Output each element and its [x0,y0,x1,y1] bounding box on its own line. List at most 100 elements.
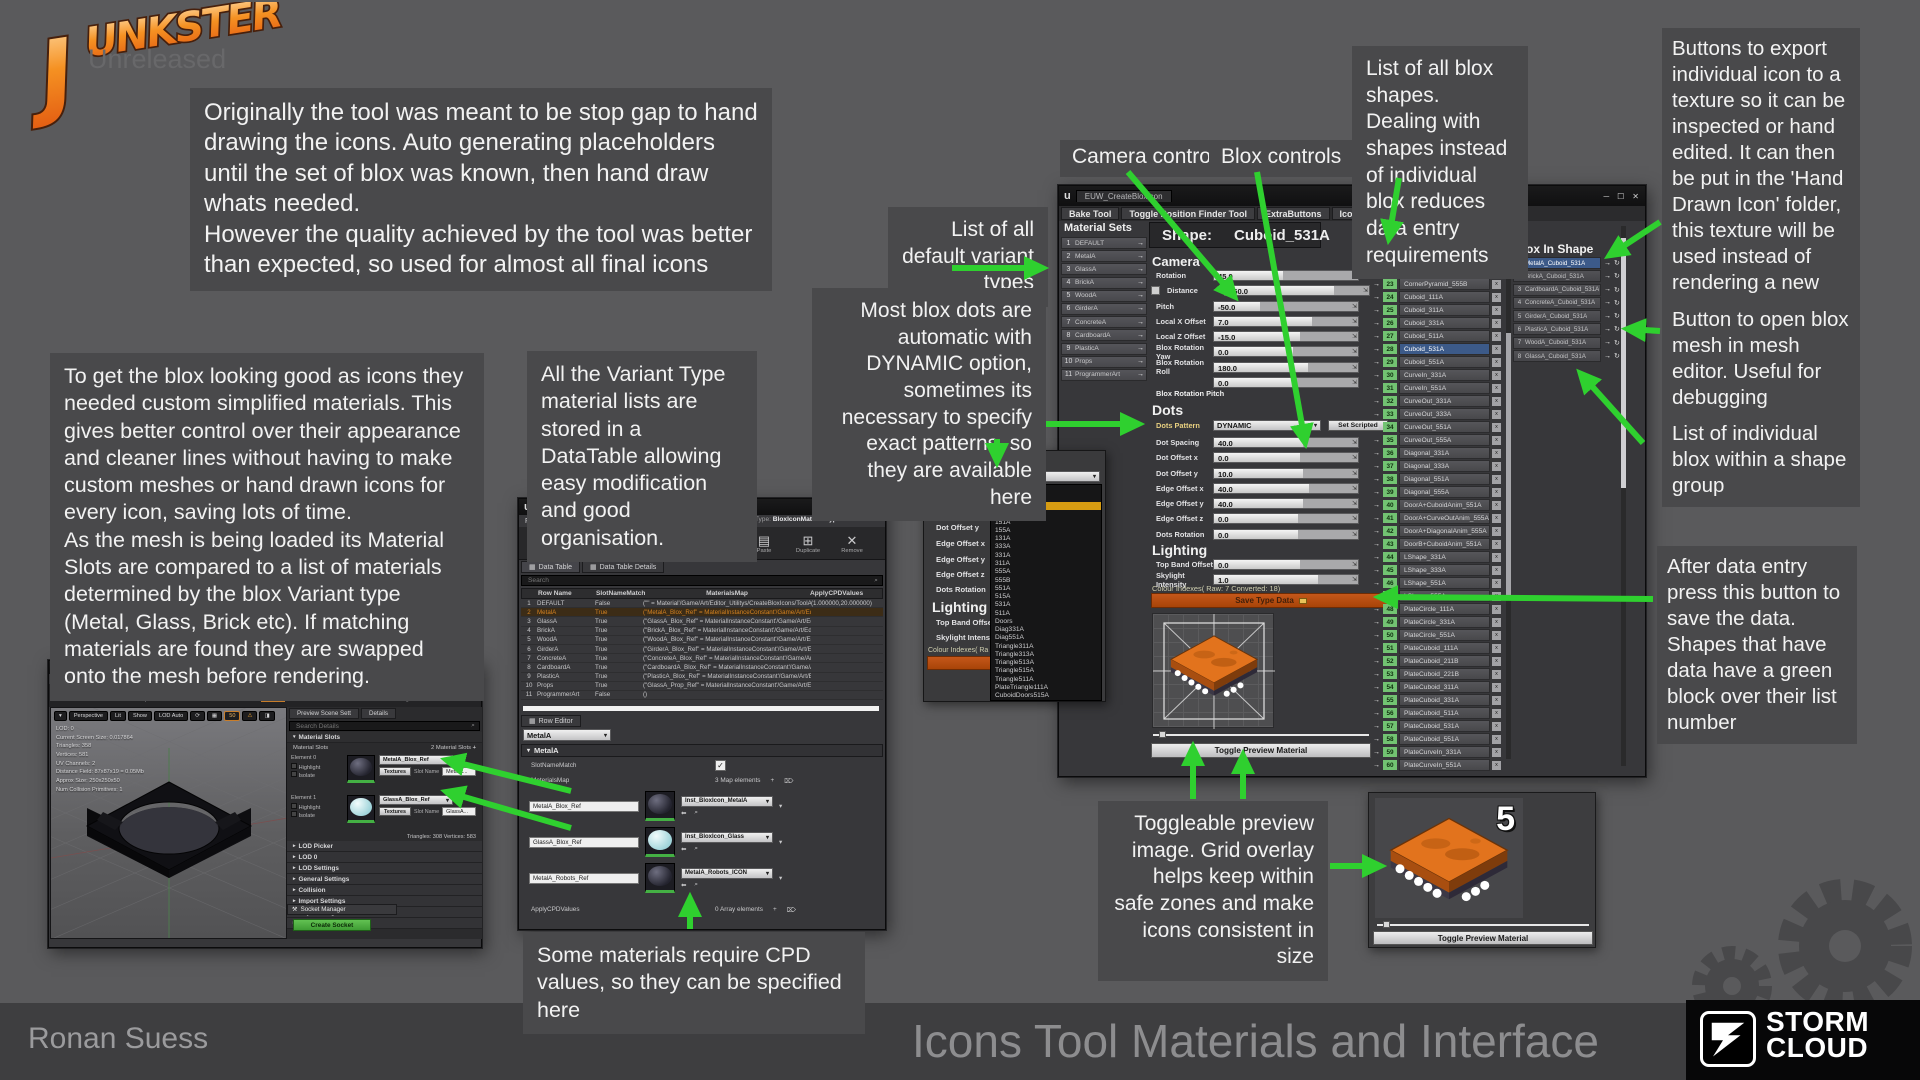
value-slider[interactable]: 10.0 ⇲ [1213,468,1359,479]
shape-row[interactable]: → 46 LShape_551A x [1373,577,1501,589]
shape-row[interactable]: → 34 CurveOut_551A x [1373,421,1501,433]
material-set-row[interactable]: 5 WoodA → [1061,290,1147,302]
shape-row[interactable]: → 60 PlateCurveIn_551A x [1373,759,1501,771]
shape-row[interactable]: → 44 LShape_331A x [1373,551,1501,563]
value-slider[interactable]: 40.0 ⇲ [1213,483,1359,494]
blox-name-box[interactable]: 3 CardboardA_Cuboid_531A [1513,284,1601,296]
select-arrow-icon[interactable]: → [1373,658,1381,665]
window-scrollbar[interactable] [1621,226,1626,766]
select-arrow-icon[interactable]: → [1373,320,1381,327]
shape-row[interactable]: → 28 Cuboid_531A x [1373,343,1501,355]
viewport-button[interactable]: LOD Auto [154,711,188,721]
minimize-icon[interactable]: ─ [1603,192,1609,201]
slider-thumb[interactable] [1159,731,1166,738]
delete-shape-icon[interactable]: x [1492,449,1501,458]
shape-row[interactable]: → 51 PlateCuboid_111A x [1373,642,1501,654]
shape-row[interactable]: → 31 CurveIn_551A x [1373,382,1501,394]
material-thumbnail[interactable] [645,863,675,893]
dropdown-option[interactable]: Triangle513A [991,659,1101,667]
search-details-input[interactable] [294,722,471,731]
dropdown-option[interactable]: Diag551A [991,634,1101,642]
dropdown-option[interactable]: 551A [991,584,1101,592]
select-arrow-icon[interactable]: → [1373,541,1381,548]
open-mesh-icon[interactable]: ↻ [1614,286,1620,294]
value-slider[interactable]: 40.0 ⇲ [1213,437,1359,448]
slot-name-field[interactable]: MetalA... [442,767,476,776]
open-arrow-icon[interactable]: → [1137,345,1146,352]
select-arrow-icon[interactable]: → [1373,619,1381,626]
socket-manager-tab[interactable]: ⚒ Socket Manager [287,904,397,915]
browse-icon[interactable]: ⌕ [694,881,698,889]
delete-shape-icon[interactable]: x [1492,410,1501,419]
value-slider[interactable]: 0.0 ⇲ [1213,559,1359,570]
search-input[interactable] [526,576,874,585]
table-row[interactable]: 10 Props True ("GlassA_Prop_Ref" = Mater… [521,682,883,691]
select-arrow-icon[interactable]: → [1373,385,1381,392]
material-set-row[interactable]: 3 GlassA → [1061,263,1147,275]
viewport-button[interactable]: ⟳ [190,711,205,721]
data-table-details-tab[interactable]: ▦Data Table Details [582,561,664,573]
material-set-row[interactable]: 1 DEFAULT → [1061,237,1147,249]
material-set-row[interactable]: 10 Props → [1061,356,1147,368]
blox-row[interactable]: 3 CardboardA_Cuboid_531A → ↻ [1513,284,1620,296]
dropdown-option[interactable]: Triangle511A [991,675,1101,683]
shape-row[interactable]: → 41 DoorA+CurveOutAnim_555A x [1373,512,1501,524]
toolbar-button[interactable]: Toggle Position Finder Tool [1121,207,1255,220]
table-row[interactable]: 5 WoodA True ("WoodA_Blox_Ref" = Materia… [521,636,883,645]
export-icon-button[interactable]: → [1604,286,1611,293]
select-arrow-icon[interactable]: → [1373,567,1381,574]
shape-row[interactable]: → 27 Cuboid_511A x [1373,330,1501,342]
dropdown-option[interactable]: CuboidDoors515A [991,692,1101,700]
dots-pattern-dropdown[interactable]: DYNAMIC ▾ [1213,420,1321,431]
table-row[interactable]: 1 DEFAULT False ("" = Material'/Game/Art… [521,599,883,608]
delete-shape-icon[interactable]: x [1492,475,1501,484]
shape-row[interactable]: → 49 PlateCircle_331A x [1373,616,1501,628]
dropdown-option[interactable]: 515A [991,592,1101,600]
material-slots-section[interactable]: ▾ Material Slots [287,732,482,743]
shape-row[interactable]: → 55 PlateCuboid_331A x [1373,694,1501,706]
dropdown-option[interactable]: Diag331A [991,626,1101,634]
export-icon-button[interactable]: → [1604,353,1611,360]
delete-shape-icon[interactable]: x [1492,579,1501,588]
shape-row[interactable]: → 52 PlateCuboid_211B x [1373,655,1501,667]
slot-name-field[interactable]: GlassA... [442,807,476,816]
shape-row[interactable]: → 32 CurveOut_331A x [1373,395,1501,407]
collapsed-section[interactable]: ▸ LOD Picker [287,841,482,852]
delete-shape-icon[interactable]: x [1492,501,1501,510]
delete-shape-icon[interactable]: x [1492,657,1501,666]
select-arrow-icon[interactable]: → [1373,450,1381,457]
dropdown-option[interactable]: 555A [991,568,1101,576]
blox-name-box[interactable]: 6 PlasticA_Cuboid_531A [1513,323,1601,335]
shapes-scrollbar[interactable] [1506,265,1511,759]
material-thumbnail[interactable] [347,755,375,783]
use-selected-icon[interactable]: ⬅ [681,881,686,889]
export-icon-button[interactable]: → [1604,339,1611,346]
open-mesh-icon[interactable]: ↻ [1614,272,1620,280]
select-arrow-icon[interactable]: → [1373,359,1381,366]
value-slider[interactable]: 7.0 ⇲ [1213,316,1359,327]
table-row[interactable]: 2 MetalA True ("MetalA_Blox_Ref" = Mater… [521,608,883,617]
table-row[interactable]: 4 BrickA True ("BrickA_Blox_Ref" = Mater… [521,627,883,636]
shape-row[interactable]: → 26 Cuboid_331A x [1373,317,1501,329]
shape-row[interactable]: → 24 Cuboid_111A x [1373,291,1501,303]
blox-name-box[interactable]: 4 ConcreteA_Cuboid_531A [1513,297,1601,309]
col-applycpdvalues[interactable]: ApplyCPDValues [810,590,882,597]
add-element-icon[interactable]: + [773,906,777,914]
blox-row[interactable]: 6 PlasticA_Cuboid_531A → ↻ [1513,323,1620,335]
expand-entry-icon[interactable]: ▾ [779,802,782,810]
export-icon-button[interactable]: → [1604,260,1611,267]
select-arrow-icon[interactable]: → [1373,645,1381,652]
details-tab[interactable]: Preview Scene Sett [289,708,359,719]
delete-shape-icon[interactable]: x [1492,436,1501,445]
dropdown-option[interactable]: Triangle515A [991,667,1101,675]
create-socket-button[interactable]: Create Socket [293,919,371,931]
toolbar-button[interactable]: ExtraButtons [1257,207,1330,220]
select-arrow-icon[interactable]: → [1373,411,1381,418]
export-icon-button[interactable]: → [1604,273,1611,280]
delete-shape-icon[interactable]: x [1492,748,1501,757]
dropdown-option[interactable]: 311A [991,559,1101,567]
textures-button[interactable]: Textures [379,807,411,816]
col-slotnamematch[interactable]: SlotNameMatch [596,590,644,597]
collapsed-section[interactable]: ▸ LOD 0 [287,852,482,863]
dropdown-option[interactable]: Triangle311A [991,642,1101,650]
